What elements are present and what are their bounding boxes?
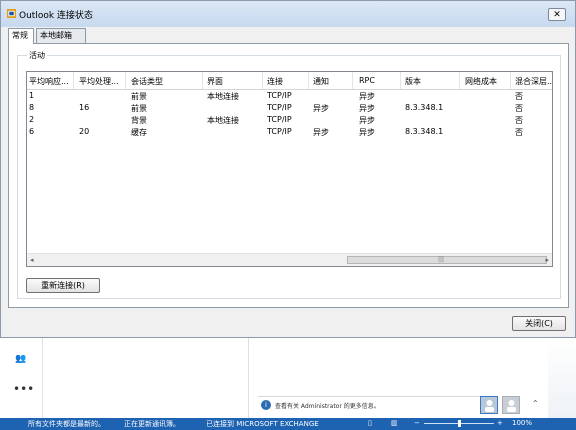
folder-pane: [42, 338, 249, 418]
chevron-up-icon[interactable]: ⌃: [532, 399, 539, 408]
cell: TCP/IP: [267, 103, 292, 112]
scroll-left-icon[interactable]: ◂: [30, 256, 34, 264]
zoom-slider-knob[interactable]: [458, 420, 461, 427]
cell: 8: [29, 103, 35, 112]
activity-group: 活动 平均响应... 平均处理... 会话类型 界面 连接 通知 RPC 版本 …: [17, 50, 561, 299]
column-header-rpc[interactable]: RPC: [359, 76, 375, 85]
tab-panel: 活动 平均响应... 平均处理... 会话类型 界面 连接 通知 RPC 版本 …: [8, 43, 569, 308]
table-row[interactable]: 1 前景 本地连接 TCP/IP 异步 否: [27, 90, 552, 102]
column-header-notification[interactable]: 通知: [313, 76, 329, 87]
navigation-bar: 👥 •••: [0, 338, 43, 418]
normal-view-icon[interactable]: ▯: [368, 419, 372, 427]
cell: 否: [515, 92, 523, 101]
close-icon[interactable]: ✕: [548, 8, 566, 21]
status-folders: 所有文件夹都是最新的。: [28, 420, 105, 428]
zoom-out-icon[interactable]: −: [414, 419, 420, 427]
status-exchange: 已连接到 MICROSOFT EXCHANGE: [206, 420, 319, 428]
cell: 否: [515, 104, 523, 113]
cell: 20: [79, 127, 90, 136]
tab-local-mailbox[interactable]: 本地邮箱: [36, 28, 86, 43]
avatar[interactable]: [480, 396, 498, 414]
cell: 缓存: [131, 128, 147, 137]
column-divider[interactable]: [262, 72, 263, 89]
status-address-book: 正在更新通讯簿。: [124, 420, 180, 428]
column-header-session-type[interactable]: 会话类型: [131, 76, 163, 87]
table-row[interactable]: 6 20 缓存 TCP/IP 异步 异步 8.3.348.1 否: [27, 126, 552, 138]
window-edge: [548, 338, 576, 418]
cell: 否: [515, 128, 523, 137]
cell: 8.3.348.1: [405, 127, 444, 136]
cell: TCP/IP: [267, 115, 292, 124]
cell: 前景: [131, 92, 147, 101]
outlook-background-window: 👥 ••• i 查看有关 Administrator 的更多信息。 ⌃ 所有文件…: [0, 338, 576, 430]
column-divider[interactable]: [352, 72, 353, 89]
people-icon[interactable]: 👥: [15, 354, 26, 364]
column-header-interface[interactable]: 界面: [207, 76, 223, 87]
cell: 6: [29, 127, 35, 136]
scrollbar-thumb[interactable]: |||: [347, 256, 547, 264]
cell: 本地连接: [207, 92, 239, 101]
dialog-title: Outlook 连接状态: [19, 11, 93, 21]
close-button[interactable]: 关闭(C): [512, 316, 566, 331]
column-header-network-cost[interactable]: 网络成本: [465, 76, 497, 87]
table-row[interactable]: 2 背景 本地连接 TCP/IP 异步 否: [27, 114, 552, 126]
cell: TCP/IP: [267, 91, 292, 100]
people-pane-divider: [258, 396, 488, 397]
cell: 异步: [359, 92, 375, 101]
reconnect-button[interactable]: 重新连接(R): [26, 278, 100, 293]
column-header-avg-processing[interactable]: 平均处理...: [79, 76, 119, 87]
table-row[interactable]: 8 16 前景 TCP/IP 异步 异步 8.3.348.1 否: [27, 102, 552, 114]
person-icon: [507, 400, 516, 412]
connection-table: 平均响应... 平均处理... 会话类型 界面 连接 通知 RPC 版本 网络成…: [26, 71, 553, 267]
info-icon: i: [261, 400, 271, 410]
cell: 16: [79, 103, 90, 112]
zoom-level[interactable]: 100%: [512, 419, 532, 427]
scroll-right-icon[interactable]: ▸: [545, 256, 549, 264]
cell: 前景: [131, 104, 147, 113]
column-header-hybrid[interactable]: 混合深层...: [515, 76, 552, 87]
more-icon[interactable]: •••: [13, 382, 34, 396]
column-divider[interactable]: [400, 72, 401, 89]
reading-view-icon[interactable]: ▥: [391, 419, 398, 427]
horizontal-scrollbar[interactable]: ◂ ||| ▸: [27, 253, 552, 266]
cell: 本地连接: [207, 116, 239, 125]
cell: 2: [29, 115, 35, 124]
cell: 异步: [359, 116, 375, 125]
cell: 异步: [313, 104, 329, 113]
person-icon: [485, 400, 494, 412]
column-divider[interactable]: [73, 72, 74, 89]
title-bar: Outlook 连接状态 ✕: [1, 1, 575, 27]
outlook-app-icon: [7, 9, 16, 18]
avatar[interactable]: [502, 396, 520, 414]
cell: TCP/IP: [267, 127, 292, 136]
cell: 1: [29, 91, 35, 100]
table-header: 平均响应... 平均处理... 会话类型 界面 连接 通知 RPC 版本 网络成…: [27, 72, 552, 90]
column-divider[interactable]: [510, 72, 511, 89]
column-divider[interactable]: [308, 72, 309, 89]
zoom-in-icon[interactable]: +: [497, 419, 503, 427]
column-divider[interactable]: [459, 72, 460, 89]
column-header-avg-response[interactable]: 平均响应...: [29, 76, 69, 87]
cell: 8.3.348.1: [405, 103, 444, 112]
cell: 否: [515, 116, 523, 125]
cell: 背景: [131, 116, 147, 125]
column-divider[interactable]: [125, 72, 126, 89]
status-bar: 所有文件夹都是最新的。 正在更新通讯簿。 已连接到 MICROSOFT EXCH…: [0, 418, 576, 430]
column-divider[interactable]: [202, 72, 203, 89]
column-header-version[interactable]: 版本: [405, 76, 421, 87]
cell: 异步: [313, 128, 329, 137]
pane-divider: [248, 338, 249, 418]
connection-status-dialog: Outlook 连接状态 ✕ 常规 本地邮箱 活动 平均响应... 平均处理..…: [0, 0, 576, 338]
activity-group-label: 活动: [27, 50, 47, 61]
cell: 异步: [359, 104, 375, 113]
people-pane-info[interactable]: 查看有关 Administrator 的更多信息。: [275, 401, 380, 410]
column-header-connection[interactable]: 连接: [267, 76, 283, 87]
thumb-grip-icon: |||: [438, 256, 445, 263]
tab-general[interactable]: 常规: [8, 28, 34, 44]
cell: 异步: [359, 128, 375, 137]
